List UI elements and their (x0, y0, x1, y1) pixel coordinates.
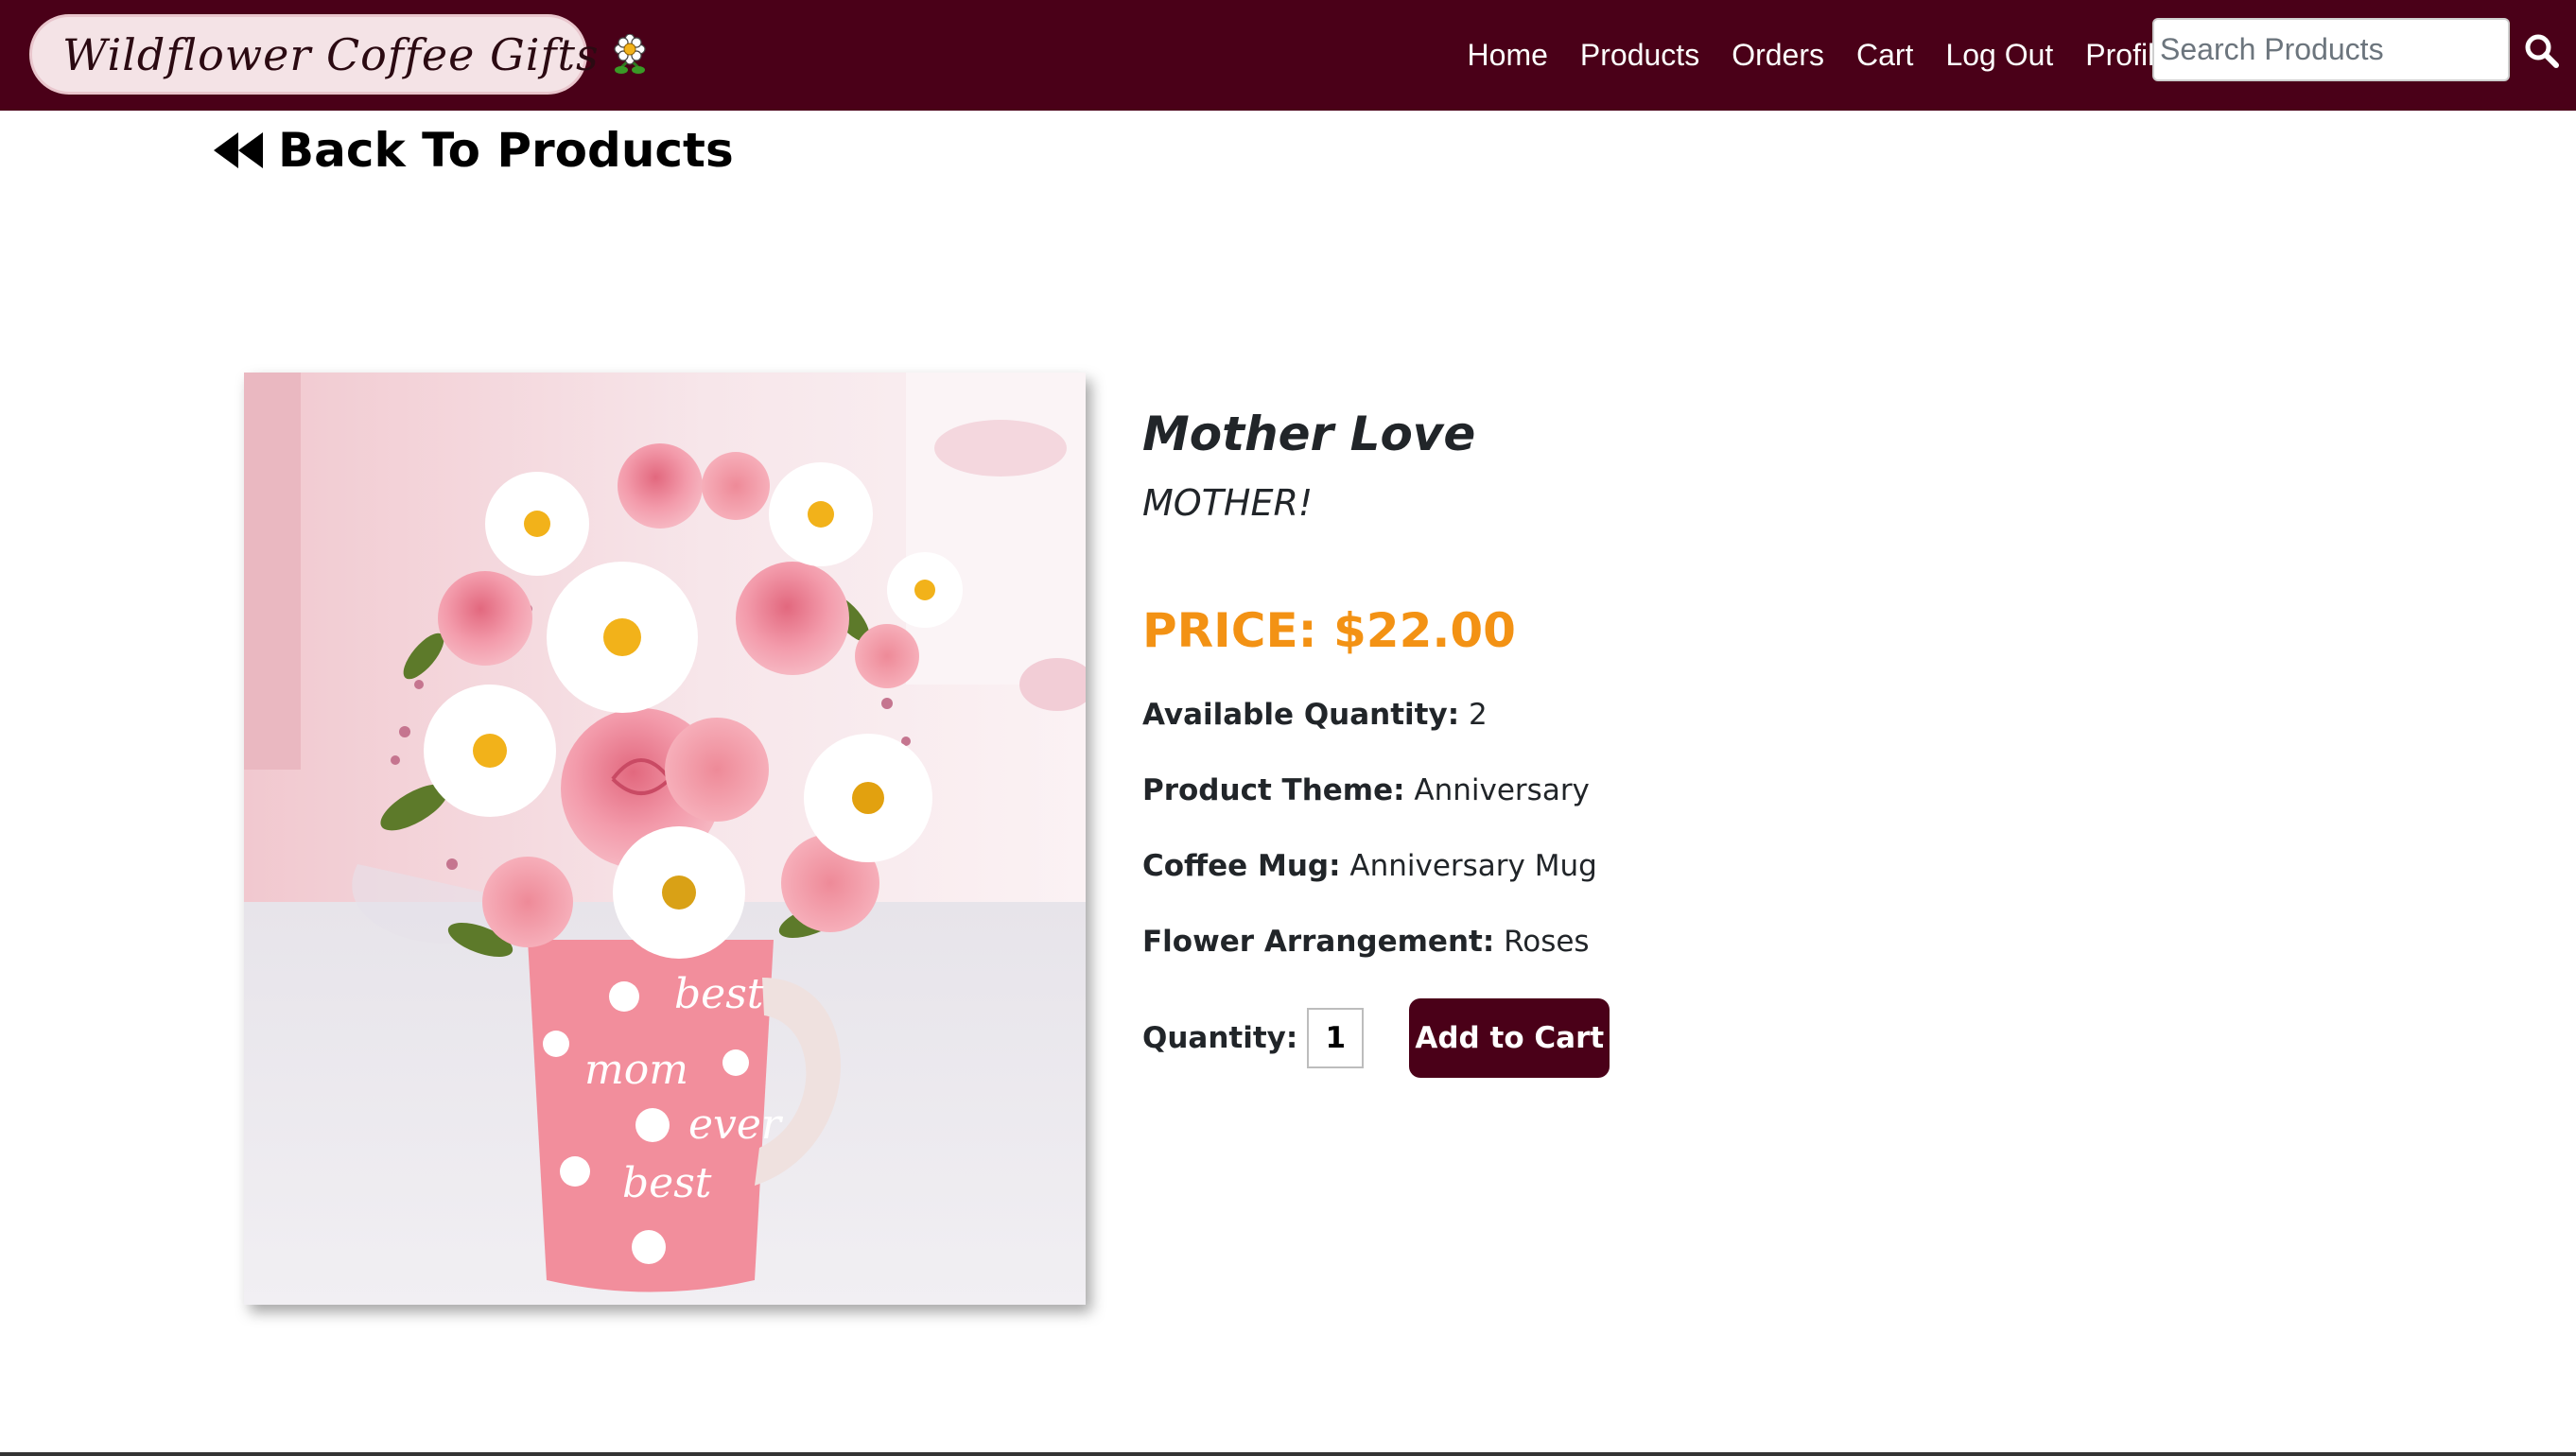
mug-text-mom: mom (584, 1046, 688, 1094)
quantity-row: Quantity: Add to Cart (1142, 998, 2183, 1078)
nav-orders[interactable]: Orders (1732, 38, 1824, 73)
brand-logo[interactable]: Wildflower Coffee Gifts (29, 14, 646, 95)
mug-text-best-top: best (674, 970, 764, 1018)
nav-products[interactable]: Products (1580, 38, 1699, 73)
nav-logout[interactable]: Log Out (1945, 38, 2053, 73)
search-button[interactable] (2521, 28, 2563, 76)
nav-links: Home Products Orders Cart Log Out Profil… (1468, 28, 2171, 81)
attr-value: Anniversary Mug (1349, 849, 1597, 883)
nav-home[interactable]: Home (1468, 38, 1548, 73)
product-tagline: MOTHER! (1142, 482, 1314, 524)
mug-text-ever: ever (688, 1101, 784, 1149)
quantity-label: Quantity: (1142, 1021, 1298, 1055)
double-left-arrow-icon (214, 132, 263, 168)
attr-label: Product Theme: (1142, 773, 1405, 807)
product-price: PRICE: $22.00 (1142, 603, 1516, 658)
quantity-input[interactable] (1307, 1008, 1365, 1068)
add-to-cart-button[interactable]: Add to Cart (1409, 998, 1610, 1078)
product-details: Mother Love MOTHER! PRICE: $22.00 Availa… (1142, 407, 2183, 1078)
back-link-label: Back To Products (278, 123, 734, 178)
attr-value: Anniversary (1414, 773, 1590, 807)
flower-arrangement: Flower Arrangement: Roses (1142, 923, 2183, 961)
search-input[interactable] (2152, 18, 2510, 81)
product-theme: Product Theme: Anniversary (1142, 771, 2183, 809)
product-image: mom best ever best (244, 373, 1086, 1305)
mug-text-best-bottom: best (622, 1159, 712, 1207)
nav-cart[interactable]: Cart (1856, 38, 1913, 73)
coffee-mug: Coffee Mug: Anniversary Mug (1142, 847, 2183, 885)
back-to-products-link[interactable]: Back To Products (214, 119, 734, 182)
search-icon (2525, 34, 2559, 68)
attr-label: Available Quantity: (1142, 698, 1460, 732)
flower-icon (611, 32, 649, 76)
attr-label: Coffee Mug: (1142, 849, 1341, 883)
attr-value: Roses (1504, 925, 1590, 959)
attr-label: Flower Arrangement: (1142, 925, 1495, 959)
attr-value: 2 (1468, 698, 1488, 732)
top-navbar: Wildflower Coffee Gifts Home Products Or… (0, 0, 2576, 111)
product-name: Mother Love (1142, 407, 1476, 461)
page-divider (0, 1452, 2576, 1456)
brand-name: Wildflower Coffee Gifts (62, 28, 600, 80)
available-quantity: Available Quantity: 2 (1142, 696, 2183, 734)
